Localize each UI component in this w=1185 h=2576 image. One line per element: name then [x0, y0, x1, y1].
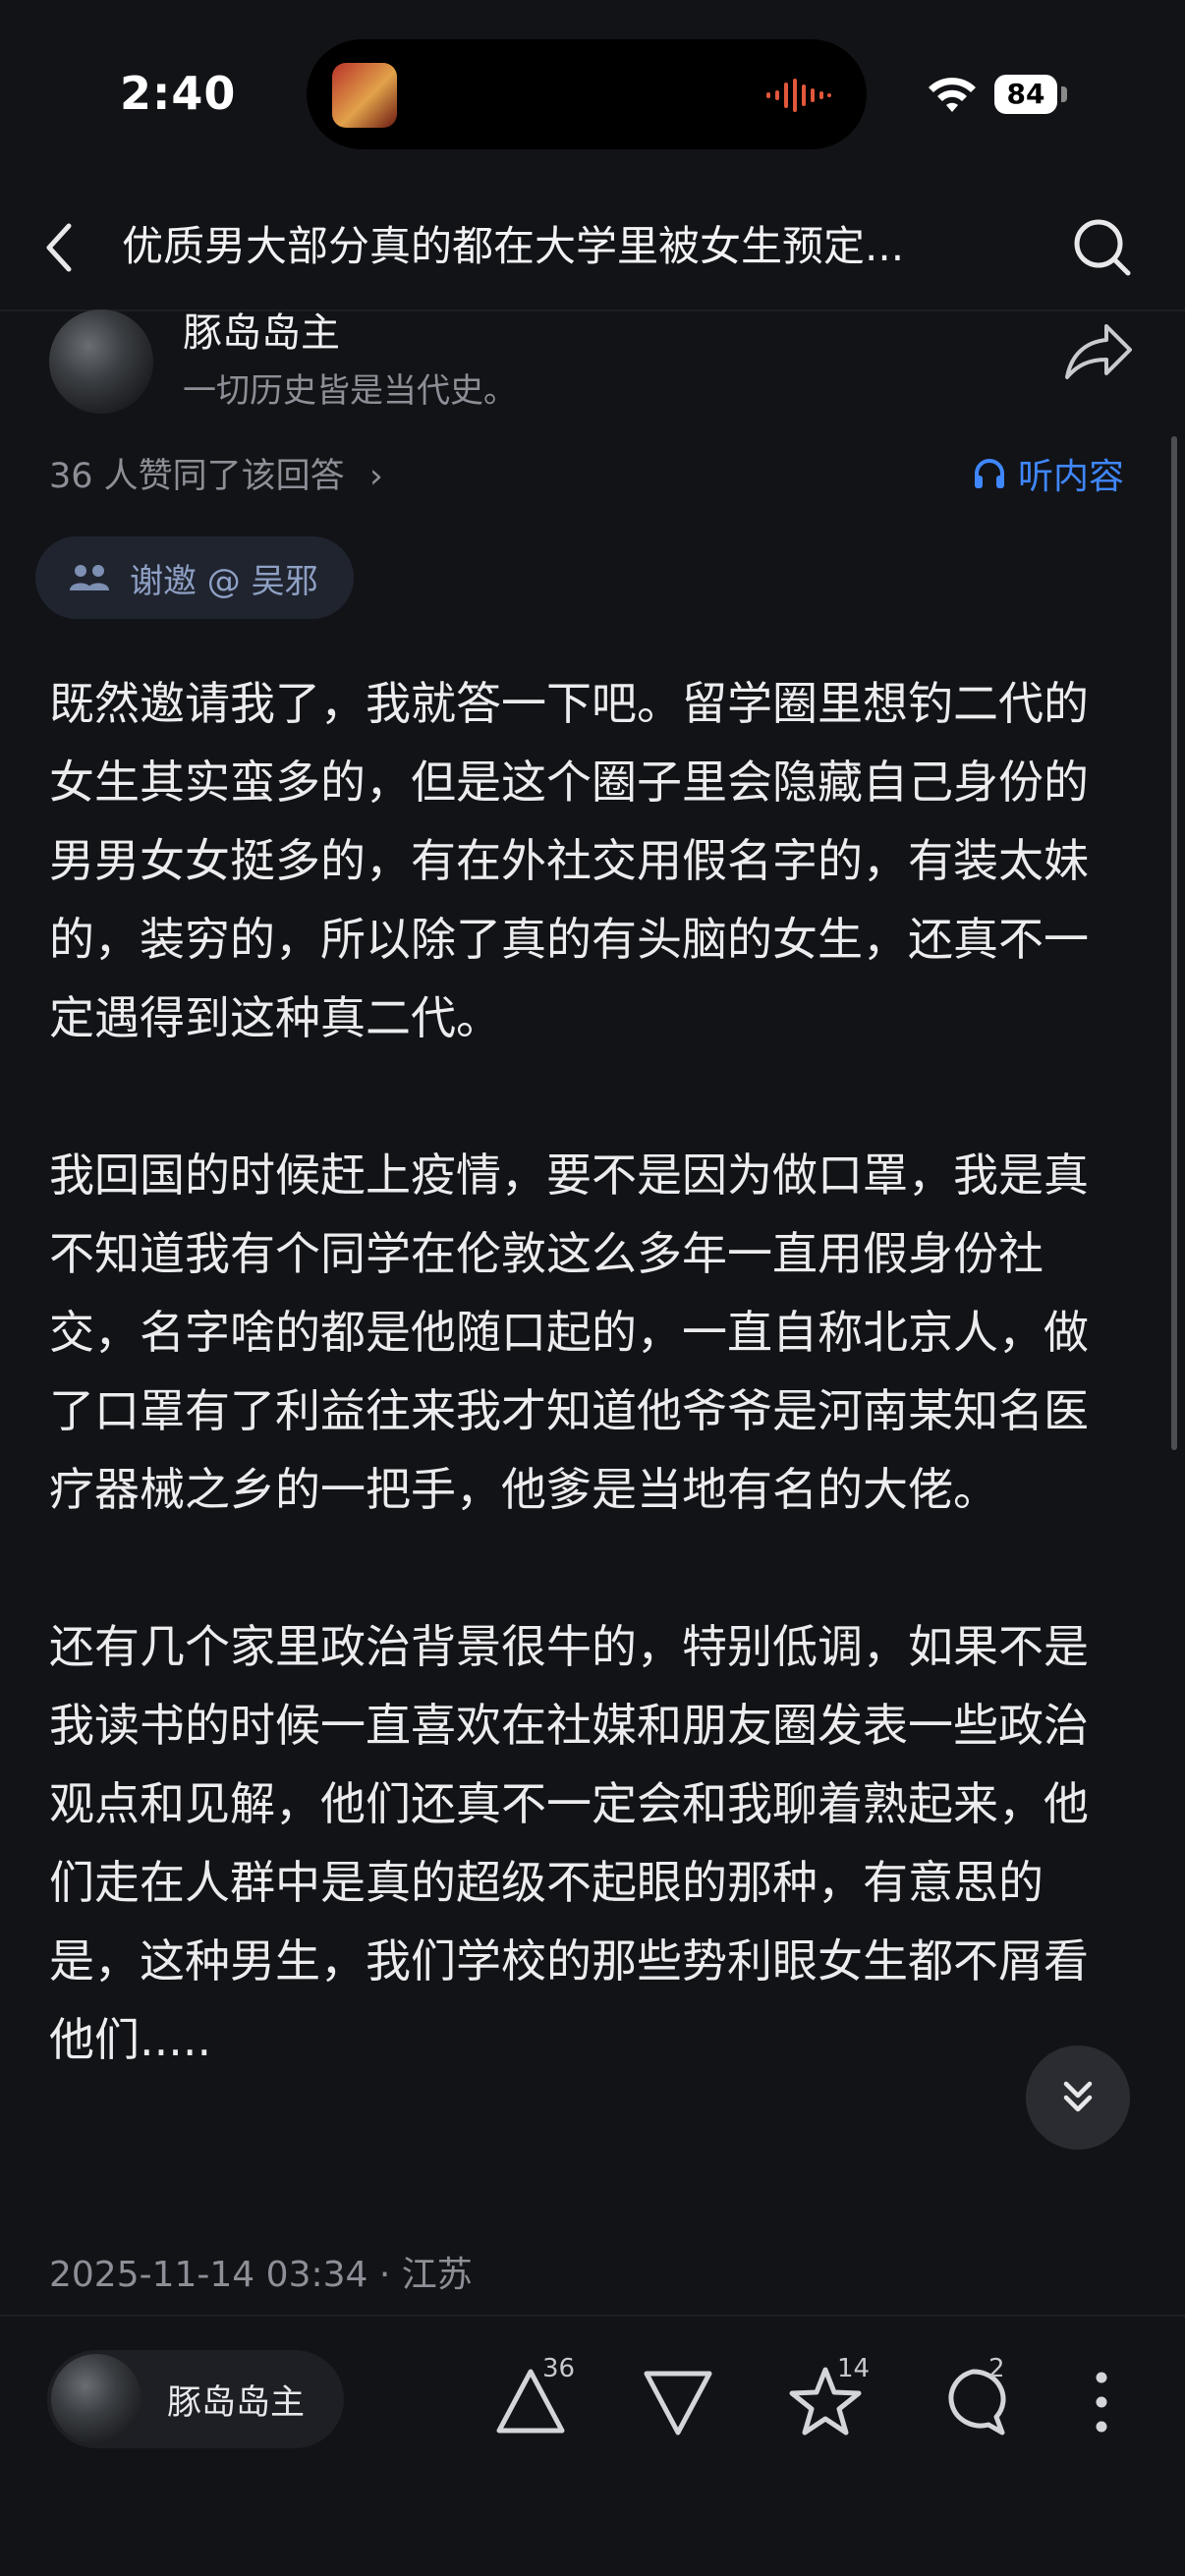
- listen-content-button[interactable]: 听内容: [973, 448, 1124, 499]
- now-playing-thumbnail: [332, 63, 397, 128]
- answer-paragraph: 既然邀请我了，我就答一下吧。留学圈里想钓二代的女生其实蛮多的，但是这个圈子里会隐…: [49, 677, 1089, 1044]
- scrollbar[interactable]: [1171, 436, 1177, 1450]
- triangle-down-icon[interactable]: [637, 2362, 719, 2440]
- upvote-count: 36: [542, 2354, 576, 2383]
- bottom-divider: [0, 2315, 1185, 2317]
- wifi-icon: [929, 78, 976, 112]
- expand-button[interactable]: [1026, 2045, 1130, 2150]
- battery-tip: [1061, 86, 1067, 102]
- listen-label: 听内容: [1018, 457, 1125, 497]
- bottom-author-name: 豚岛岛主: [167, 2382, 306, 2423]
- answer-meta: 2025-11-14 03:34 · 江苏: [49, 2255, 473, 2295]
- comment-count: 2: [988, 2354, 1005, 2383]
- invite-tag[interactable]: 谢邀 @ 吴邪: [35, 536, 354, 619]
- more-vertical-icon[interactable]: [1081, 2368, 1122, 2436]
- answer-paragraph: 还有几个家里政治背景很牛的，特别低调，如果不是我读书的时候一直喜欢在社媒和朋友圈…: [49, 1620, 1089, 2066]
- chevron-left-icon[interactable]: [37, 218, 81, 277]
- invite-icon: [70, 565, 109, 590]
- author-bio: 一切历史皆是当代史。: [183, 371, 517, 411]
- dynamic-island[interactable]: [307, 39, 867, 149]
- author-name[interactable]: 豚岛岛主: [183, 301, 340, 358]
- audio-wave-icon: [766, 79, 831, 112]
- invite-label: 谢邀 @ 吴邪: [130, 561, 318, 601]
- page-title[interactable]: 优质男大部分真的都在大学里被女生预定...: [122, 218, 967, 275]
- search-icon[interactable]: [1071, 216, 1134, 279]
- favorite-count: 14: [837, 2354, 871, 2383]
- author-avatar[interactable]: [49, 309, 153, 414]
- nav-divider: [0, 309, 1185, 311]
- upvote-summary-text: 36 人赞同了该回答: [49, 457, 345, 496]
- share-arrow-icon[interactable]: [1063, 320, 1136, 381]
- status-time: 2:40: [120, 67, 237, 120]
- headphones-icon: [975, 459, 1004, 488]
- chevron-right-icon: ›: [368, 457, 383, 496]
- bottom-author-button[interactable]: 豚岛岛主: [47, 2350, 344, 2448]
- double-chevron-down-icon: [1063, 2081, 1093, 2112]
- battery-level: 84: [994, 75, 1057, 114]
- answer-paragraph: 我回国的时候赶上疫情，要不是因为做口罩，我是真不知道我有个同学在伦敦这么多年一直…: [49, 1148, 1089, 1516]
- bottom-author-avatar: [51, 2354, 141, 2444]
- upvote-summary[interactable]: 36 人赞同了该回答 ›: [49, 448, 383, 498]
- answer-content: 既然邀请我了，我就答一下吧。留学圈里想钓二代的女生其实蛮多的，但是这个圈子里会隐…: [49, 664, 1110, 2079]
